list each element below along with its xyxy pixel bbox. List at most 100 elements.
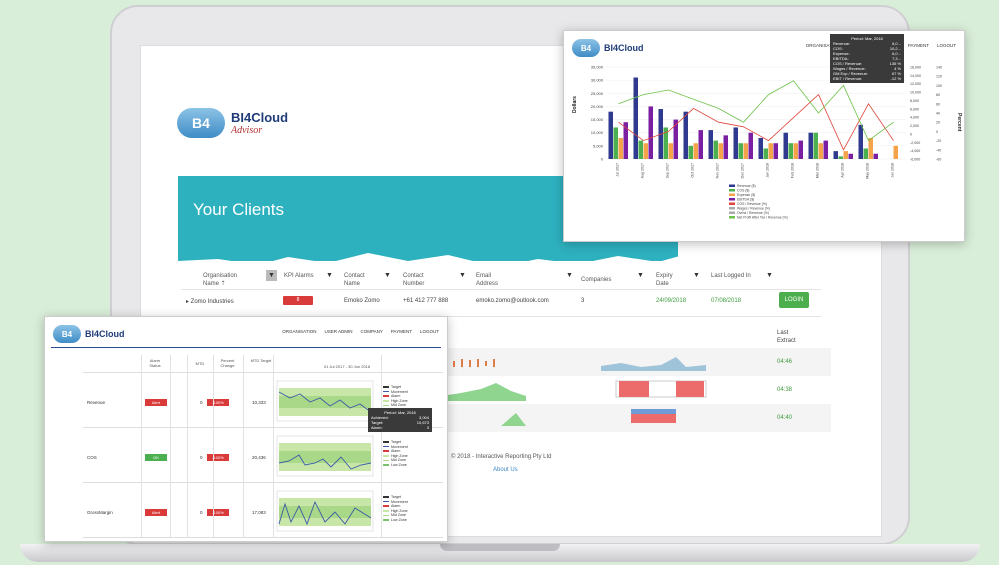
filter-icon[interactable]: ▼ [637, 272, 644, 279]
legend-label: Alarm [391, 449, 401, 454]
filter-icon[interactable]: ▼ [266, 270, 277, 281]
col-number[interactable]: Contact Number [403, 272, 435, 288]
filter-icon[interactable]: ▼ [766, 272, 773, 279]
col-alarms[interactable]: KPI Alarms [284, 272, 314, 280]
y2-tick-label: 14,000 [910, 74, 921, 78]
y2-tick-label: -6,000 [910, 158, 920, 162]
col-contact[interactable]: Contact Name [344, 272, 376, 288]
legend-label: Expense ($) [737, 193, 755, 197]
legend-label: High Zone [391, 508, 408, 513]
col-expiry[interactable]: Expiry Date [656, 272, 686, 288]
nav-payment[interactable]: PAYMENT [391, 329, 412, 334]
nav-organisation[interactable]: ORGANISATION [282, 329, 316, 334]
sparkline-chart [441, 359, 526, 426]
y-axis-label-right: Percent [956, 113, 962, 132]
chart-window: B4 BI4Cloud ORGANISATION PAYMENT LOGOUT … [563, 30, 965, 242]
bar [763, 148, 768, 159]
legend-swatch [729, 216, 735, 219]
about-link[interactable]: About Us [493, 467, 518, 473]
column-divider [213, 355, 214, 537]
x-tick-label: Feb 2018 [791, 163, 795, 178]
nav-payment[interactable]: PAYMENT [908, 43, 929, 48]
logo[interactable]: B4 BI4Cloud [53, 325, 125, 343]
bar [808, 132, 813, 159]
legend-swatch [383, 514, 389, 517]
legend-swatch [383, 519, 389, 521]
nav-logout[interactable]: LOGOUT [420, 329, 439, 334]
y-tick-label: 35,000 [591, 65, 604, 70]
legend-label: Movement [391, 389, 408, 394]
legend-item: Low Zone [383, 518, 408, 523]
bar [718, 143, 723, 159]
col-org[interactable]: Organisation Name ⇡ [203, 272, 248, 288]
column-divider [273, 355, 274, 537]
bar [618, 137, 623, 159]
col-companies[interactable]: Companies [581, 276, 621, 284]
x-tick-label: Sep 2017 [666, 163, 670, 178]
legend-swatch [383, 450, 389, 452]
legend-label: EBITDA ($) [737, 198, 754, 202]
bar [643, 143, 648, 159]
y3-tick-label: 60 [936, 102, 940, 106]
status-badge: OK [145, 454, 167, 461]
bar [813, 132, 818, 159]
legend-label: Wages / Revenue (%) [737, 207, 770, 211]
legend-label: Revenue ($) [737, 184, 756, 188]
kpi-label: GrossMargin [87, 510, 113, 515]
y2-tick-label: 2,000 [910, 124, 919, 128]
column-divider [170, 355, 171, 537]
filter-icon[interactable]: ▼ [384, 272, 391, 279]
y2-tick-label: 4,000 [910, 116, 919, 120]
nav-company[interactable]: COMPANY [360, 329, 382, 334]
legend-swatch [729, 189, 735, 192]
page-title: Your Clients [193, 200, 285, 219]
bar [733, 127, 738, 159]
legend-swatch [383, 395, 389, 397]
y3-tick-label: 80 [936, 93, 940, 97]
legend-label: Target [391, 495, 401, 499]
login-button[interactable]: LOGIN [779, 292, 809, 308]
logo[interactable]: B4 BI4Cloud Advisor [177, 108, 288, 138]
filter-icon[interactable]: ▼ [566, 272, 573, 279]
nav-logout[interactable]: LOGOUT [937, 43, 956, 48]
last-extract-header: Last Extract [777, 330, 796, 344]
org-name[interactable]: ▸ Zomo Industries [186, 298, 234, 305]
y-tick-label: 10,000 [591, 130, 604, 135]
legend-swatch [383, 500, 389, 503]
contact-name: Emoko Zomo [344, 298, 380, 304]
legend-swatch [383, 505, 389, 507]
mtd-value: 0 [200, 510, 203, 515]
x-tick-label: Dec 2017 [741, 163, 745, 178]
bar [743, 143, 748, 159]
y-tick-label: 25,000 [591, 91, 604, 96]
filter-icon[interactable]: ▼ [326, 272, 333, 279]
legend-swatch [383, 464, 389, 466]
financial-chart: 35,000 30,000 25,000 20,000 15,000 10,000 5,00… [572, 65, 962, 220]
nav-user-admin[interactable]: USER ADMIN [324, 329, 352, 334]
bar [698, 130, 703, 159]
legend-swatch [383, 510, 389, 512]
col-email[interactable]: Email Address [476, 272, 508, 288]
target-value: 10,333 [252, 400, 266, 405]
tooltip-value: 3 [426, 425, 429, 430]
mid-zone [279, 506, 371, 518]
logo[interactable]: B4 BI4Cloud [572, 39, 644, 57]
col-last-login[interactable]: Last Logged In [711, 272, 751, 280]
contact-number: +61 412 777 888 [403, 298, 449, 304]
legend-label: Movement [391, 499, 408, 504]
bar [608, 111, 613, 159]
legend-item: Low Zone [383, 463, 408, 468]
mtd-value: 0 [200, 455, 203, 460]
kpi-sparkline [276, 490, 374, 532]
email[interactable]: emoko.zomo@outlook.com [476, 298, 549, 304]
legend-label: Mid Zone [391, 403, 406, 408]
y3-tick-label: -60 [936, 158, 941, 162]
tooltip-label: Alarm: [371, 425, 383, 430]
x-tick-label: Jan 2018 [766, 163, 770, 178]
filter-icon[interactable]: ▼ [459, 272, 466, 279]
bar [823, 140, 828, 159]
filter-icon[interactable]: ▼ [693, 272, 700, 279]
tooltip-row: EBIT / Revenue: -12 % [833, 76, 901, 81]
tooltip-rows: Achieved: 3,004 Target: 10,673 Alarm: 3 [371, 415, 429, 430]
legend-swatch [383, 386, 389, 388]
